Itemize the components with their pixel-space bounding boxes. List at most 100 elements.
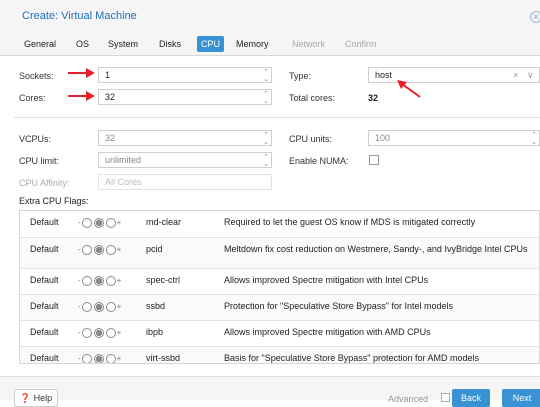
flag-description: Meltdown fix cost reduction on Westmere,… <box>224 244 528 254</box>
flag-row: Default - + pcid Meltdown fix cost reduction… <box>20 238 539 269</box>
cpu-limit-label: CPU limit: <box>19 156 59 166</box>
flag-row: Default - + ibpb Allows improved Spectre mit… <box>20 321 539 347</box>
tab-memory[interactable]: Memory <box>232 36 273 52</box>
affinity-value: All Cores <box>105 177 142 187</box>
radio-on[interactable] <box>105 276 116 286</box>
separator <box>14 117 540 118</box>
radio-default[interactable] <box>93 218 104 228</box>
radio-off[interactable] <box>81 354 92 363</box>
flag-name: ssbd <box>146 301 166 311</box>
numa-checkbox[interactable] <box>369 155 379 165</box>
flag-tristate[interactable]: - + <box>78 354 122 364</box>
dialog-footer: ❓ Help Advanced Back Next <box>0 376 540 407</box>
tab-confirm: Confirm <box>345 39 377 49</box>
plus-label: + <box>116 245 122 255</box>
sockets-label: Sockets: <box>19 71 54 81</box>
minus-label: - <box>78 276 81 286</box>
flag-state: Default <box>30 353 59 363</box>
flag-description: Basis for "Speculative Store Bypass" pro… <box>224 353 480 363</box>
flag-tristate[interactable]: - + <box>78 276 121 286</box>
flag-description: Allows improved Spectre mitigation with … <box>224 327 431 337</box>
radio-on[interactable] <box>105 328 116 338</box>
radio-on[interactable] <box>105 245 116 255</box>
dialog-titlebar: Create: Virtual Machine ✕ <box>0 0 540 32</box>
plus-label: + <box>116 328 122 338</box>
flag-state: Default <box>30 244 59 254</box>
minus-label: - <box>78 328 81 338</box>
advanced-label: Advanced <box>388 394 429 404</box>
spinner-icon[interactable]: ⌃ ⌄ <box>263 91 269 105</box>
flag-tristate[interactable]: - + <box>78 245 121 255</box>
flag-row: Default - + md-clear Required to let the gue… <box>20 211 539 238</box>
radio-on[interactable] <box>105 218 116 228</box>
back-button[interactable]: Back <box>452 389 490 407</box>
cpu-type-value: host <box>375 70 393 80</box>
cpu-flags-table: Default - + md-clear Required to let the gue… <box>19 210 540 364</box>
flag-name: virt-ssbd <box>146 353 181 363</box>
spinner-icon[interactable]: ⌃ ⌄ <box>263 154 269 168</box>
radio-default[interactable] <box>93 302 104 312</box>
total-cores-label: Total cores: <box>289 93 336 103</box>
flag-tristate[interactable]: - + <box>78 328 121 338</box>
radio-default[interactable] <box>93 276 104 286</box>
tab-general[interactable]: General <box>20 36 60 52</box>
cpu-units-value: 100 <box>375 133 391 143</box>
flag-description: Protection for "Speculative Store Bypass… <box>224 301 453 311</box>
minus-label: - <box>78 218 81 228</box>
numa-label: Enable NUMA: <box>289 156 349 166</box>
radio-default[interactable] <box>93 328 104 338</box>
help-icon: ❓ <box>19 393 32 403</box>
radio-on[interactable] <box>105 302 116 312</box>
close-icon[interactable]: ✕ <box>530 11 540 23</box>
cpu-units-input[interactable]: 100 ⌃ ⌄ <box>368 130 540 146</box>
cpu-type-select[interactable]: host × ∨ <box>368 67 540 83</box>
cores-input[interactable]: 32 ⌃ ⌄ <box>98 89 272 105</box>
radio-default[interactable] <box>93 245 104 255</box>
radio-on[interactable] <box>105 354 116 363</box>
flag-state: Default <box>30 217 59 227</box>
flag-row: Default - + ssbd Protection for "Speculative… <box>20 295 539 321</box>
spinner-icon[interactable]: ⌃ ⌄ <box>263 69 269 83</box>
tab-system[interactable]: System <box>104 36 142 52</box>
radio-off[interactable] <box>81 328 92 338</box>
affinity-label: CPU Affinity: <box>19 178 70 188</box>
spinner-icon[interactable]: ⌃ ⌄ <box>531 132 537 146</box>
chevron-down-icon[interactable]: ∨ <box>527 68 534 82</box>
tab-os[interactable]: OS <box>72 36 93 52</box>
vcpus-label: VCPUs: <box>19 134 52 144</box>
radio-off[interactable] <box>81 218 92 228</box>
advanced-checkbox[interactable] <box>441 393 450 402</box>
flag-description: Allows improved Spectre mitigation with … <box>224 275 429 285</box>
plus-label: + <box>116 302 122 312</box>
radio-off[interactable] <box>81 245 92 255</box>
clear-icon[interactable]: × <box>513 68 518 82</box>
help-button[interactable]: ❓ Help <box>14 389 58 407</box>
total-cores-value: 32 <box>368 93 379 103</box>
radio-off[interactable] <box>81 276 92 286</box>
sockets-input[interactable]: 1 ⌃ ⌄ <box>98 67 272 83</box>
flag-state: Default <box>30 275 59 285</box>
sockets-value: 1 <box>105 70 111 80</box>
type-label: Type: <box>289 71 312 81</box>
extra-flags-title: Extra CPU Flags: <box>19 196 89 206</box>
cpu-limit-input[interactable]: unlimited ⌃ ⌄ <box>98 152 272 168</box>
tab-disks[interactable]: Disks <box>155 36 185 52</box>
flag-name: spec-ctrl <box>146 275 181 285</box>
next-button[interactable]: Next <box>502 389 540 407</box>
affinity-input: All Cores <box>98 174 272 190</box>
help-label: Help <box>33 393 53 403</box>
cores-label: Cores: <box>19 93 46 103</box>
flag-row: Default - + virt-ssbd Basis for "Speculative… <box>20 347 539 364</box>
flag-tristate[interactable]: - + <box>78 218 121 228</box>
wizard-tabs: General OS System Disks CPU Memory Netwo… <box>0 32 540 56</box>
spinner-icon[interactable]: ⌃ ⌄ <box>263 132 269 146</box>
plus-label: + <box>116 276 122 286</box>
radio-default[interactable] <box>93 354 104 363</box>
cpu-units-label: CPU units: <box>289 134 333 144</box>
red-arrow-sockets <box>68 68 95 78</box>
tab-cpu[interactable]: CPU <box>197 36 225 52</box>
vcpus-input[interactable]: 32 ⌃ ⌄ <box>98 130 272 146</box>
plus-label: + <box>116 354 122 364</box>
flag-tristate[interactable]: - + <box>78 302 121 312</box>
radio-off[interactable] <box>81 302 92 312</box>
